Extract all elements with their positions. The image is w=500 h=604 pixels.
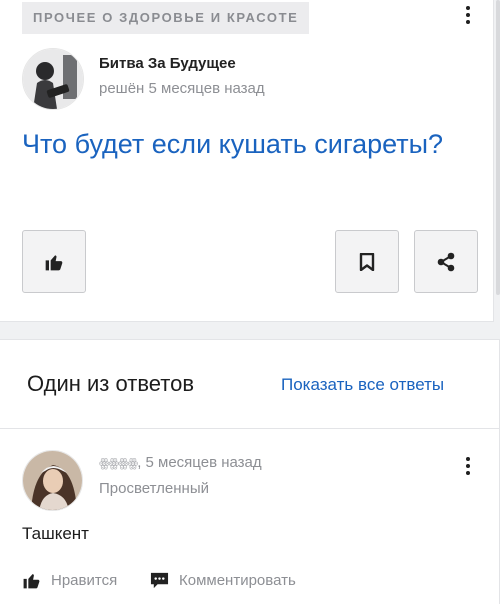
answers-heading: Один из ответов	[27, 371, 195, 396]
answer-text: Ташкент	[22, 524, 89, 543]
answer-like-button[interactable]: Нравится	[22, 569, 117, 591]
show-all-answers-link[interactable]: Показать все ответы	[281, 375, 444, 395]
answer-comment-label: Комментировать	[179, 571, 296, 589]
bookmark-icon	[359, 252, 375, 271]
answer-time: , 5 месяцев назад	[137, 454, 262, 471]
answer-author-avatar[interactable]	[22, 450, 83, 511]
share-button[interactable]	[414, 230, 478, 293]
answer-card: Один из ответов Показать все ответы ꙮꙮꙮꙮ…	[0, 339, 500, 604]
answer-comment-button[interactable]: Комментировать	[150, 569, 296, 591]
share-icon	[437, 252, 455, 271]
like-button[interactable]	[22, 230, 86, 293]
comment-icon	[150, 572, 169, 588]
category-badge[interactable]: ПРОЧЕЕ О ЗДОРОВЬЕ И КРАСОТЕ	[22, 2, 310, 34]
question-author-avatar[interactable]	[22, 48, 84, 110]
scrollbar[interactable]	[496, 0, 500, 295]
divider	[0, 428, 499, 429]
bookmark-button[interactable]	[335, 230, 399, 293]
more-options-icon[interactable]	[465, 6, 471, 27]
thumbs-up-icon	[45, 254, 63, 270]
answer-author-line[interactable]: ꙮꙮꙮꙮ, 5 месяцев назад	[99, 454, 262, 471]
answer-author-rank: Просветленный	[99, 480, 209, 497]
answer-like-label: Нравится	[51, 571, 118, 589]
question-author-name[interactable]: Битва За Будущее	[99, 55, 236, 72]
thumbs-up-icon	[23, 573, 40, 588]
answer-more-options-icon[interactable]	[465, 457, 471, 478]
question-meta: решён 5 месяцев назад	[99, 80, 265, 97]
question-title[interactable]: Что будет если кушать сигареты?	[22, 124, 462, 165]
answer-author-nickname[interactable]: ꙮꙮꙮꙮ	[99, 456, 138, 470]
question-card: ПРОЧЕЕ О ЗДОРОВЬЕ И КРАСОТЕ Битва За Буд…	[0, 0, 494, 322]
